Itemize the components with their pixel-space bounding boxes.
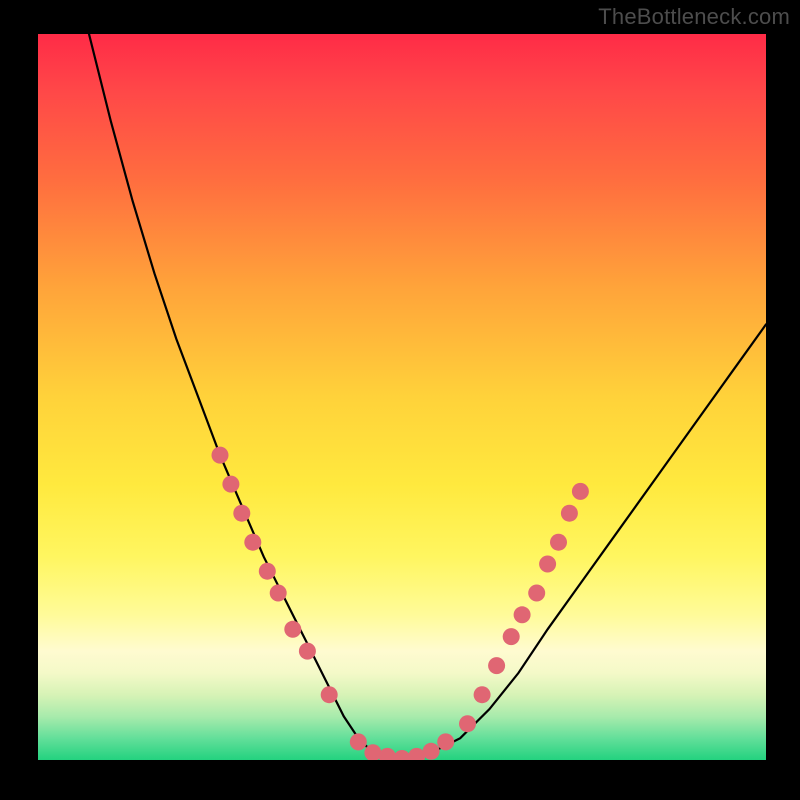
curve-marker: [284, 621, 301, 638]
curve-marker: [259, 563, 276, 580]
chart-frame: TheBottleneck.com: [0, 0, 800, 800]
curve-marker: [514, 606, 531, 623]
curve-marker: [459, 715, 476, 732]
curve-marker: [299, 643, 316, 660]
curve-marker: [528, 585, 545, 602]
curve-marker: [321, 686, 338, 703]
curve-marker: [503, 628, 520, 645]
curve-marker: [233, 505, 250, 522]
curve-marker: [437, 733, 454, 750]
bottleneck-curve-svg: [38, 34, 766, 760]
curve-marker: [212, 447, 229, 464]
curve-marker: [408, 748, 425, 760]
curve-marker: [270, 585, 287, 602]
plot-area: [38, 34, 766, 760]
curve-marker: [572, 483, 589, 500]
curve-marker: [488, 657, 505, 674]
curve-marker: [379, 748, 396, 760]
watermark-text: TheBottleneck.com: [598, 4, 790, 30]
curve-marker: [474, 686, 491, 703]
curve-marker: [561, 505, 578, 522]
curve-marker: [539, 556, 556, 573]
curve-marker: [550, 534, 567, 551]
bottleneck-curve-path: [89, 34, 766, 760]
curve-marker: [394, 750, 411, 760]
curve-marker: [350, 733, 367, 750]
curve-marker: [222, 476, 239, 493]
curve-marker: [423, 743, 440, 760]
curve-marker-group: [212, 447, 589, 760]
curve-marker: [244, 534, 261, 551]
